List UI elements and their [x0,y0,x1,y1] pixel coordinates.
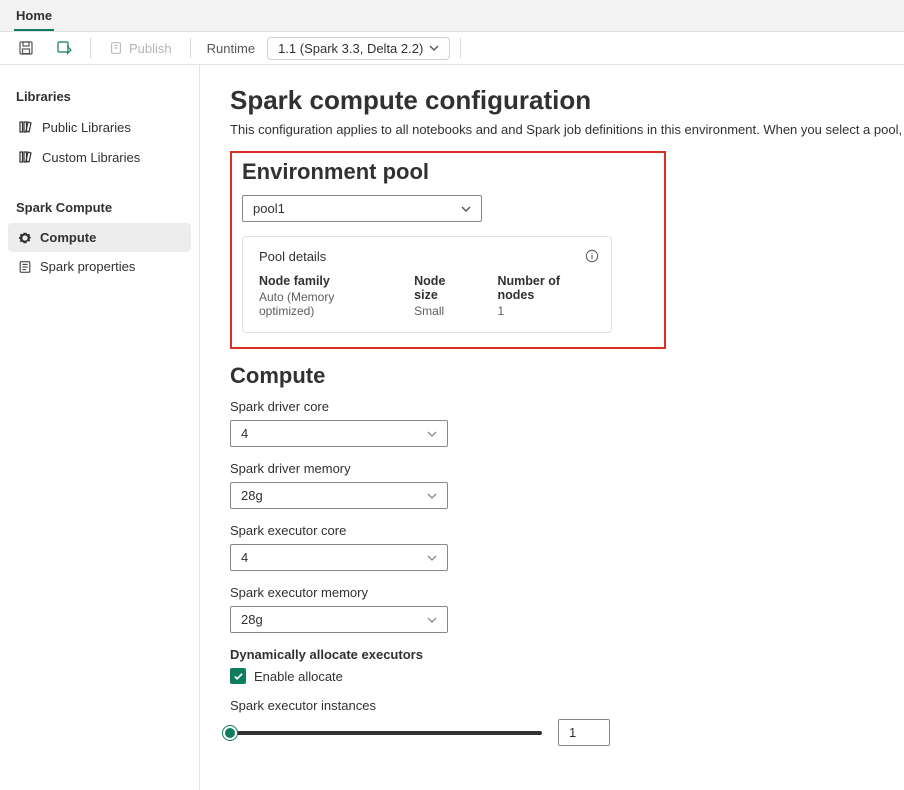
page-description: This configuration applies to all notebo… [230,122,904,137]
executor-instances-slider[interactable] [230,731,542,735]
properties-icon [18,260,32,274]
info-button[interactable] [585,249,599,263]
enable-allocate-label: Enable allocate [254,669,343,684]
library-icon [18,119,34,135]
publish-button[interactable]: Publish [101,37,180,60]
executor-core-value: 4 [241,550,248,565]
main-content: Spark compute configuration This configu… [200,65,904,790]
publish-label: Publish [129,41,172,56]
slider-thumb[interactable] [223,726,237,740]
sidebar-item-custom-libraries[interactable]: Custom Libraries [8,142,191,172]
sidebar-item-label: Spark properties [40,259,135,274]
save-button[interactable] [10,36,42,60]
chevron-down-icon [429,43,439,53]
chevron-down-icon [427,553,437,563]
environment-pool-heading: Environment pool [242,159,646,185]
sidebar-item-label: Public Libraries [42,120,131,135]
sidebar-item-label: Custom Libraries [42,150,140,165]
sidebar-heading-libraries: Libraries [8,83,191,112]
node-size-value: Small [414,304,469,318]
pool-details-card: Pool details Node family Auto (Memory op… [242,236,612,333]
num-nodes-value: 1 [498,304,596,318]
chevron-down-icon [427,615,437,625]
driver-memory-select[interactable]: 28g [230,482,448,509]
node-size-label: Node size [414,274,469,302]
driver-core-select[interactable]: 4 [230,420,448,447]
sidebar-item-spark-properties[interactable]: Spark properties [8,252,191,281]
environment-pool-section: Environment pool pool1 Pool details Node… [230,151,666,349]
runtime-label: Runtime [207,41,255,56]
runtime-select[interactable]: 1.1 (Spark 3.3, Delta 2.2) [267,37,450,60]
page-title: Spark compute configuration [230,85,904,116]
tab-home[interactable]: Home [14,4,54,31]
num-nodes-label: Number of nodes [498,274,596,302]
save-icon [18,40,34,56]
library-icon [18,149,34,165]
enable-allocate-checkbox[interactable] [230,668,246,684]
executor-memory-select[interactable]: 28g [230,606,448,633]
pool-select-value: pool1 [253,201,285,216]
save-as-button[interactable] [48,36,80,60]
pool-select[interactable]: pool1 [242,195,482,222]
node-family-value: Auto (Memory optimized) [259,290,386,318]
dyn-alloc-label: Dynamically allocate executors [230,647,904,662]
toolbar-divider [90,38,91,58]
executor-core-label: Spark executor core [230,523,904,538]
compute-heading: Compute [230,363,904,389]
sidebar-item-label: Compute [40,230,96,245]
node-family-label: Node family [259,274,386,288]
driver-memory-label: Spark driver memory [230,461,904,476]
executor-memory-value: 28g [241,612,263,627]
toolbar: Publish Runtime 1.1 (Spark 3.3, Delta 2.… [0,32,904,65]
sidebar-heading-spark-compute: Spark Compute [8,194,191,223]
toolbar-divider-2 [190,38,191,58]
executor-core-select[interactable]: 4 [230,544,448,571]
chevron-down-icon [461,204,471,214]
chevron-down-icon [427,429,437,439]
executor-instances-label: Spark executor instances [230,698,904,713]
toolbar-divider-3 [460,38,461,58]
pool-details-heading: Pool details [259,249,595,264]
save-as-icon [56,40,72,56]
driver-core-value: 4 [241,426,248,441]
top-tab-bar: Home [0,0,904,32]
executor-instances-input[interactable]: 1 [558,719,610,746]
sidebar-item-compute[interactable]: Compute [8,223,191,252]
sidebar-item-public-libraries[interactable]: Public Libraries [8,112,191,142]
sidebar: Libraries Public Libraries Custom Librar… [0,65,200,790]
driver-core-label: Spark driver core [230,399,904,414]
publish-icon [109,41,123,55]
runtime-value: 1.1 (Spark 3.3, Delta 2.2) [278,41,423,56]
executor-memory-label: Spark executor memory [230,585,904,600]
driver-memory-value: 28g [241,488,263,503]
gear-icon [18,231,32,245]
chevron-down-icon [427,491,437,501]
